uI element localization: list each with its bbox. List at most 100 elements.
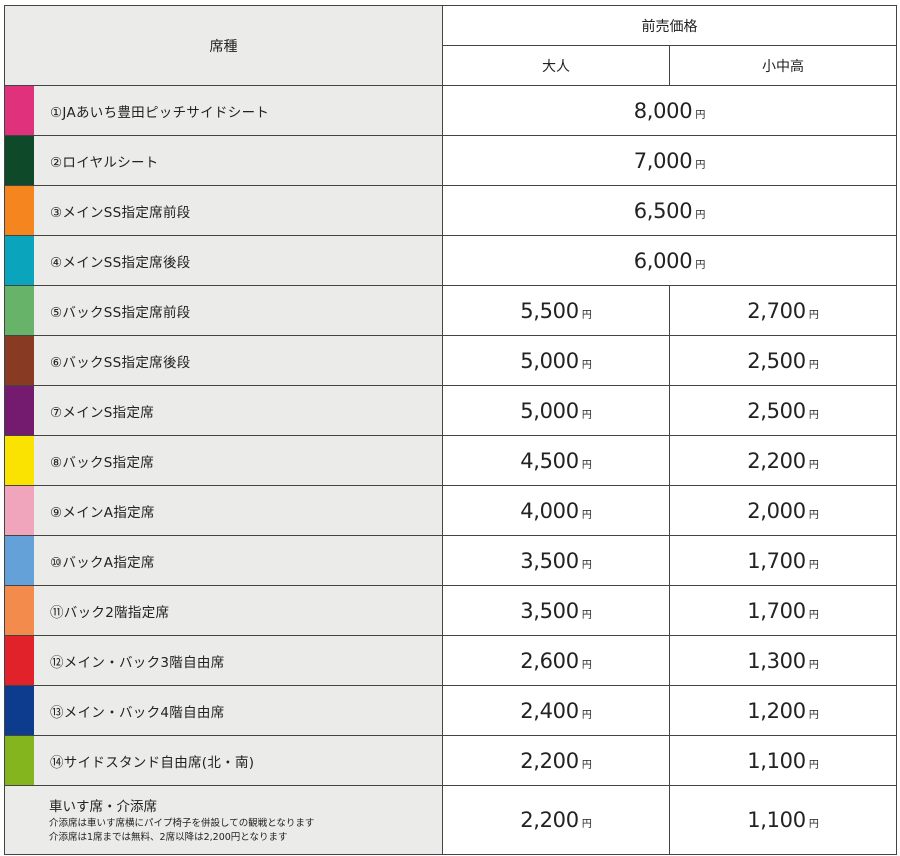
- seat-color-swatch: [5, 436, 34, 485]
- yen-unit: 円: [808, 709, 819, 721]
- wheelchair-note: 介添席は1席までは無料、2席以降は2,200円となります: [49, 832, 288, 843]
- price-value: 2,400: [520, 698, 579, 723]
- seat-cell: ④メインSS指定席後段: [4, 235, 443, 286]
- seat-color-swatch: [5, 586, 34, 635]
- yen-unit: 円: [581, 309, 592, 321]
- price-cell: 2,600 円: [442, 635, 670, 686]
- seat-label: ⑥バックSS指定席後段: [50, 354, 191, 371]
- seat-cell: ⑪バック2階指定席: [4, 585, 443, 636]
- seat-color-swatch: [5, 636, 34, 685]
- wheelchair-note: 介添席は車いす席横にパイプ椅子を併設しての観戦となります: [49, 818, 315, 829]
- seat-cell: ⑦メインS指定席: [4, 385, 443, 436]
- seat-label: ⑨メインA指定席: [50, 504, 155, 521]
- price-value: 4,500: [520, 448, 579, 473]
- seat-cell: ⑩バックA指定席: [4, 535, 443, 586]
- seat-label: ①JAあいち豊田ピッチサイドシート: [50, 104, 270, 121]
- seat-label: ③メインSS指定席前段: [50, 204, 191, 221]
- price-value: 2,700: [747, 298, 806, 323]
- yen-unit: 円: [808, 509, 819, 521]
- seat-color-swatch: [5, 136, 34, 185]
- seat-label: ⑤バックSS指定席前段: [50, 304, 191, 321]
- yen-unit: 円: [808, 359, 819, 371]
- price-value: 5,000: [520, 398, 579, 423]
- price-cell: 3,500 円: [442, 535, 670, 586]
- wheelchair-seat-cell: 車いす席・介添席介添席は車いす席横にパイプ椅子を併設しての観戦となります 介添席は…: [4, 785, 443, 855]
- seat-label: ⑩バックA指定席: [50, 554, 155, 571]
- seat-color-swatch: [5, 486, 34, 535]
- yen-unit: 円: [695, 259, 706, 271]
- table-row: ⑭サイドスタンド自由席(北・南) 2,200 円 1,100 円: [4, 735, 897, 786]
- seat-cell: ⑬メイン・バック4階自由席: [4, 685, 443, 736]
- wheelchair-row: 車いす席・介添席介添席は車いす席横にパイプ椅子を併設しての観戦となります 介添席は…: [4, 785, 897, 855]
- price-cell: 2,700 円: [669, 285, 897, 336]
- table-row: ②ロイヤルシート 7,000 円: [4, 135, 897, 186]
- yen-unit: 円: [808, 609, 819, 621]
- price-value: 2,200: [520, 748, 579, 773]
- seat-color-swatch: [5, 536, 34, 585]
- seat-label: ④メインSS指定席後段: [50, 254, 191, 271]
- yen-unit: 円: [695, 159, 706, 171]
- seat-cell: ②ロイヤルシート: [4, 135, 443, 186]
- yen-unit: 円: [581, 659, 592, 671]
- ticket-price-table: 席種 前売価格 大人 小中高 ①JAあいち豊田ピッチサイドシート 8,000 円 ②ロ…: [4, 5, 897, 855]
- yen-unit: 円: [695, 109, 706, 121]
- seat-cell: ⑭サイドスタンド自由席(北・南): [4, 735, 443, 786]
- seat-cell: ③メインSS指定席前段: [4, 185, 443, 236]
- price-value: 1,100: [747, 808, 806, 832]
- table-row: ⑧バックS指定席 4,500 円 2,200 円: [4, 435, 897, 486]
- price-cell: 4,000 円: [442, 485, 670, 536]
- header-adult: 大人: [442, 45, 670, 86]
- header-presale-price: 前売価格: [442, 5, 897, 46]
- seat-cell: ①JAあいち豊田ピッチサイドシート: [4, 85, 443, 136]
- yen-unit: 円: [581, 509, 592, 521]
- price-value: 7,000: [633, 148, 693, 173]
- yen-unit: 円: [808, 309, 819, 321]
- price-cell: 1,300 円: [669, 635, 897, 686]
- table-row: ⑦メインS指定席 5,000 円 2,500 円: [4, 385, 897, 436]
- price-cell: 6,000 円: [442, 235, 897, 286]
- yen-unit: 円: [695, 209, 706, 221]
- price-cell: 8,000 円: [442, 85, 897, 136]
- seat-cell: ⑥バックSS指定席後段: [4, 335, 443, 386]
- table-row: ⑪バック2階指定席 3,500 円 1,700 円: [4, 585, 897, 636]
- yen-unit: 円: [581, 709, 592, 721]
- price-value: 1,300: [747, 648, 806, 673]
- price-value: 3,500: [520, 598, 579, 623]
- price-cell: 3,500 円: [442, 585, 670, 636]
- yen-unit: 円: [581, 819, 592, 830]
- price-value: 4,000: [520, 498, 579, 523]
- price-cell: 2,000 円: [669, 485, 897, 536]
- seat-label: ⑪バック2階指定席: [50, 604, 170, 621]
- yen-unit: 円: [808, 659, 819, 671]
- price-cell: 2,200 円: [442, 785, 670, 855]
- yen-unit: 円: [581, 359, 592, 371]
- table-row: ⑥バックSS指定席後段 5,000 円 2,500 円: [4, 335, 897, 386]
- price-cell: 1,100 円: [669, 785, 897, 855]
- price-value: 1,700: [747, 548, 806, 573]
- seat-color-swatch: [5, 286, 34, 335]
- seat-cell: ⑫メイン・バック3階自由席: [4, 635, 443, 686]
- price-cell: 6,500 円: [442, 185, 897, 236]
- seat-cell: ⑧バックS指定席: [4, 435, 443, 486]
- seat-color-swatch: [5, 386, 34, 435]
- price-cell: 2,400 円: [442, 685, 670, 736]
- price-value: 1,200: [747, 698, 806, 723]
- header-seat-type: 席種: [4, 5, 443, 86]
- table-row: ⑬メイン・バック4階自由席 2,400 円 1,200 円: [4, 685, 897, 736]
- yen-unit: 円: [808, 409, 819, 421]
- price-value: 1,700: [747, 598, 806, 623]
- seat-label: ⑦メインS指定席: [50, 404, 155, 421]
- price-cell: 1,700 円: [669, 535, 897, 586]
- seat-cell: ⑨メインA指定席: [4, 485, 443, 536]
- seat-label: ②ロイヤルシート: [50, 154, 159, 171]
- wheelchair-title: 車いす席・介添席: [49, 799, 157, 815]
- table-row: ①JAあいち豊田ピッチサイドシート 8,000 円: [4, 85, 897, 136]
- yen-unit: 円: [808, 759, 819, 771]
- table-row: ④メインSS指定席後段 6,000 円: [4, 235, 897, 286]
- table-row: ③メインSS指定席前段 6,500 円: [4, 185, 897, 236]
- seat-cell: ⑤バックSS指定席前段: [4, 285, 443, 336]
- yen-unit: 円: [581, 459, 592, 471]
- seat-color-swatch: [5, 236, 34, 285]
- price-cell: 1,700 円: [669, 585, 897, 636]
- price-value: 3,500: [520, 548, 579, 573]
